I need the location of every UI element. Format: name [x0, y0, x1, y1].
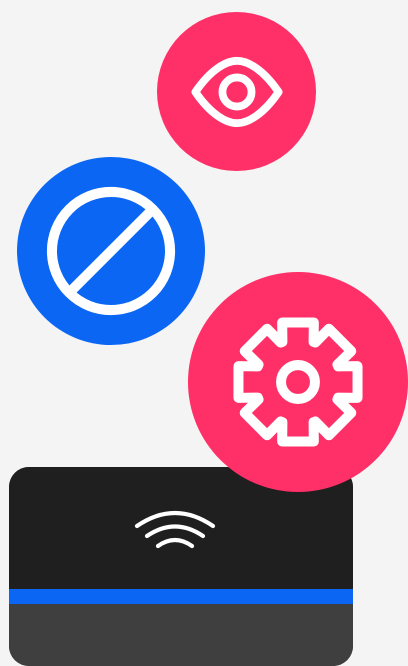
- eye-button[interactable]: [157, 12, 316, 171]
- block-icon: [46, 186, 176, 316]
- card-reader[interactable]: [9, 467, 353, 666]
- eye-icon: [191, 56, 282, 127]
- block-button[interactable]: [17, 157, 205, 345]
- reader-base: [9, 604, 353, 666]
- gear-button[interactable]: [188, 272, 408, 492]
- canvas: [0, 0, 408, 666]
- gear-icon: [233, 317, 363, 447]
- reader-stripe: [9, 589, 353, 604]
- wifi-icon: [133, 506, 217, 552]
